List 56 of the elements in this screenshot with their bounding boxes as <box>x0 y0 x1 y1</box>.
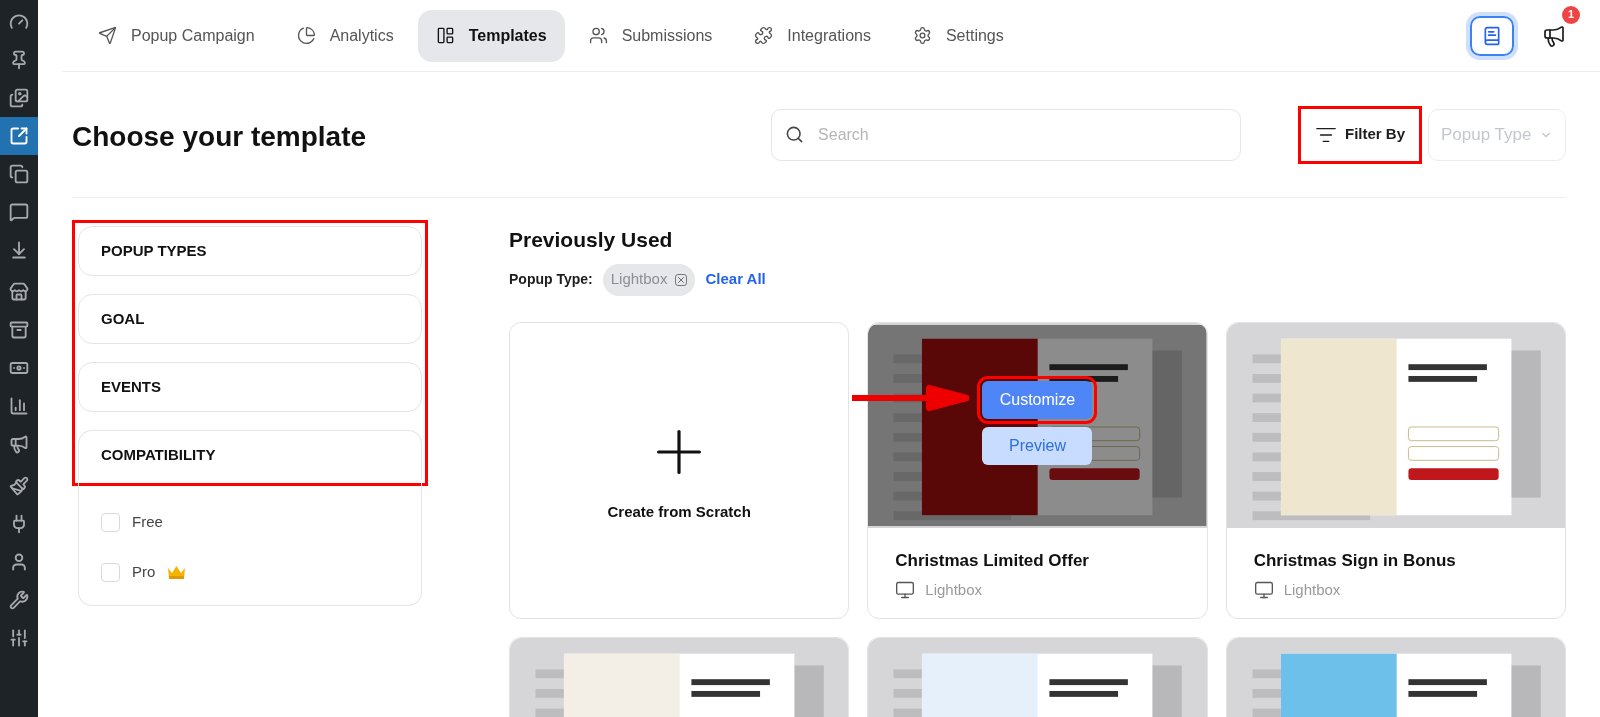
nav-tab[interactable]: Popup Campaign <box>80 9 273 62</box>
send-icon <box>98 26 117 45</box>
popup-icon <box>9 126 29 146</box>
filter-label: Popup Type: <box>509 270 593 289</box>
create-from-scratch-card[interactable]: Create from Scratch <box>509 321 850 619</box>
checkbox[interactable] <box>101 512 120 532</box>
monitor-icon <box>1253 580 1274 601</box>
template-type: Lightbox <box>925 580 983 600</box>
nav-tab[interactable]: Analytics <box>278 9 412 62</box>
pie-chart-icon <box>296 26 316 45</box>
page-title: Choose your template <box>72 119 367 154</box>
monitor-icon <box>895 580 916 601</box>
filter-by-button[interactable]: Filter By <box>1298 105 1422 164</box>
paintbrush-icon <box>9 476 29 496</box>
nav-tab[interactable]: Submissions <box>570 9 731 62</box>
images-icon <box>9 88 29 108</box>
filter-section-header[interactable]: POPUP TYPES <box>78 226 422 276</box>
clear-all-link[interactable]: Clear All <box>705 268 766 291</box>
user-icon <box>9 552 29 572</box>
close-icon[interactable] <box>675 273 688 286</box>
pin-icon <box>9 50 29 70</box>
option-label: Pro <box>132 561 156 582</box>
search-icon <box>785 124 805 144</box>
bar-chart-icon <box>9 396 29 416</box>
puzzle-icon <box>754 26 774 45</box>
nav-tab[interactable]: Integrations <box>736 9 889 62</box>
archive-icon <box>9 320 29 340</box>
template-title: Christmas Sign in Bonus <box>1253 549 1457 572</box>
megaphone-icon <box>1542 23 1566 48</box>
pages-icon <box>9 164 29 184</box>
crown-icon <box>167 564 187 580</box>
sliders-icon <box>9 628 29 648</box>
nav-tab[interactable]: Templates <box>417 9 565 62</box>
wrench-icon <box>9 590 29 610</box>
template-card[interactable]: Christmas Sign in Bonus Lightbox <box>1225 321 1566 619</box>
download-icon <box>9 240 29 260</box>
filter-section-header[interactable]: EVENTS <box>78 362 422 412</box>
template-title: Christmas Limited Offer <box>895 549 1090 572</box>
filter-section-header[interactable]: GOAL <box>78 294 422 344</box>
sidebar-item[interactable] <box>0 117 38 155</box>
settings-icon <box>912 26 932 45</box>
comment-icon <box>9 202 29 222</box>
nav-tab[interactable]: Settings <box>894 9 1022 62</box>
book-icon <box>1482 25 1502 46</box>
store-icon <box>9 282 29 302</box>
option-label: Free <box>132 511 163 532</box>
checkbox[interactable] <box>101 562 120 582</box>
gauge-icon <box>9 12 29 32</box>
template-type: Lightbox <box>1283 580 1341 600</box>
section-title: Previously Used <box>509 227 674 253</box>
users-icon <box>588 26 608 45</box>
layout-icon <box>435 26 455 45</box>
megaphone-icon <box>9 434 29 454</box>
search-field[interactable]: Search <box>771 108 1242 161</box>
notification-badge: 1 <box>1562 5 1580 24</box>
filter-section-header[interactable]: COMPATIBILITY <box>78 430 422 480</box>
